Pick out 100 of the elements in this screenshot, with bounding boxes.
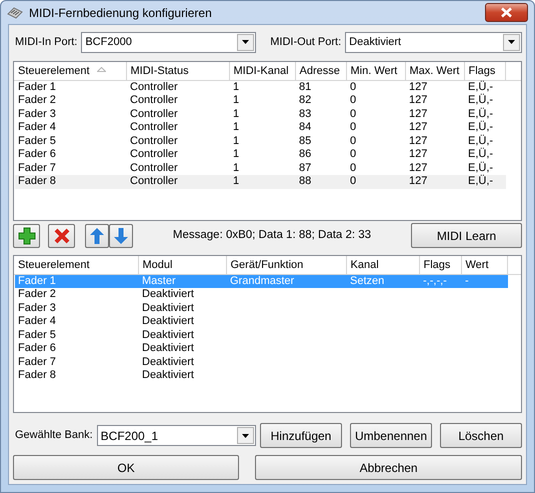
ok-button[interactable]: OK bbox=[13, 455, 240, 480]
table-cell: 83 bbox=[299, 108, 312, 120]
table-cell: E,Ü,- bbox=[468, 134, 494, 146]
table-cell: E,Ü,- bbox=[468, 108, 494, 120]
table-row[interactable]: Fader 4 Deaktiviert bbox=[15, 315, 508, 328]
table-cell: Fader 6 bbox=[18, 342, 56, 354]
table-cell: Fader 8 bbox=[18, 175, 56, 187]
table-cell: -,-,-,- bbox=[423, 274, 447, 286]
column-header[interactable]: Steuerelement bbox=[14, 62, 126, 80]
table-cell: 87 bbox=[299, 162, 312, 174]
column-header[interactable]: Steuerelement bbox=[14, 256, 138, 274]
add-button[interactable] bbox=[13, 224, 40, 248]
table-cell: 127 bbox=[409, 108, 428, 120]
midi-message: Message: 0xB0; Data 1: 88; Data 2: 33 bbox=[172, 228, 372, 243]
column-header[interactable]: MIDI-Status bbox=[126, 62, 229, 80]
table-cell: Deaktiviert bbox=[142, 302, 194, 314]
delete-bank-button[interactable]: Löschen bbox=[440, 423, 522, 448]
table-cell: Controller bbox=[130, 148, 178, 160]
table-cell: Controller bbox=[130, 121, 178, 133]
table-cell: E,Ü,- bbox=[468, 175, 494, 187]
column-header[interactable]: Modul bbox=[138, 256, 226, 274]
table-row[interactable]: Fader 8 Controller 1 88 0 127 E,Ü,- bbox=[15, 175, 506, 188]
table-cell: Setzen bbox=[350, 274, 384, 286]
column-header[interactable]: Min. Wert bbox=[346, 62, 405, 80]
table-cell: Deaktiviert bbox=[142, 315, 194, 327]
table-cell: 0 bbox=[350, 148, 356, 160]
table-cell: Fader 2 bbox=[18, 288, 56, 300]
table-cell: Controller bbox=[130, 108, 178, 120]
table-row[interactable]: Fader 3 Deaktiviert bbox=[15, 302, 508, 315]
table-cell: Fader 4 bbox=[18, 315, 56, 327]
column-header[interactable]: Adresse bbox=[295, 62, 346, 80]
table-cell: 127 bbox=[409, 94, 428, 106]
port-dropdown[interactable]: Deaktiviert bbox=[345, 32, 522, 52]
column-header[interactable]: Flags bbox=[419, 256, 461, 274]
up-arrow-icon bbox=[89, 226, 105, 244]
table-cell: 1 bbox=[233, 80, 240, 92]
rename-bank-button[interactable]: Umbenennen bbox=[350, 423, 432, 448]
sort-arrow-icon bbox=[96, 67, 106, 72]
bank-label: Gewählte Bank: bbox=[15, 428, 93, 444]
table-cell: 0 bbox=[350, 175, 356, 187]
cancel-button[interactable]: Abbrechen bbox=[255, 455, 522, 480]
table-row[interactable]: Fader 4 Controller 1 84 0 127 E,Ü,- bbox=[15, 121, 506, 134]
table-cell: Controller bbox=[130, 162, 178, 174]
table-cell: 127 bbox=[409, 80, 428, 92]
table-cell: 86 bbox=[299, 148, 312, 160]
delete-button[interactable] bbox=[48, 224, 75, 248]
table-cell: Fader 4 bbox=[18, 121, 56, 133]
column-header[interactable]: MIDI-Kanal bbox=[229, 62, 295, 80]
port-dropdown[interactable]: BCF2000 bbox=[81, 32, 256, 52]
table-cell: 82 bbox=[299, 94, 312, 106]
table-cell: Fader 8 bbox=[18, 369, 56, 381]
move-down-button[interactable] bbox=[109, 224, 133, 248]
table-cell: 85 bbox=[299, 134, 312, 146]
column-header[interactable]: Flags bbox=[464, 62, 505, 80]
table-cell: 1 bbox=[233, 134, 240, 146]
column-header[interactable]: Kanal bbox=[346, 256, 419, 274]
bank-dropdown[interactable]: BCF200_1 bbox=[96, 425, 256, 446]
table-cell: - bbox=[465, 274, 469, 286]
table-cell: Fader 1 bbox=[18, 80, 56, 92]
table-row[interactable]: Fader 7 Controller 1 87 0 127 E,Ü,- bbox=[15, 162, 506, 175]
midi-learn-button[interactable]: MIDI Learn bbox=[411, 223, 522, 248]
table-row[interactable]: Fader 2 Controller 1 82 0 127 E,Ü,- bbox=[15, 94, 506, 108]
table-row[interactable]: Fader 8 Deaktiviert bbox=[15, 369, 508, 382]
table-cell: 0 bbox=[350, 94, 356, 106]
table-cell: E,Ü,- bbox=[468, 94, 494, 106]
table-row[interactable]: Fader 3 Controller 1 83 0 127 E,Ü,- bbox=[15, 108, 506, 121]
table-row[interactable]: Fader 6 Controller 1 86 0 127 E,Ü,- bbox=[15, 148, 506, 162]
table-cell: Grandmaster bbox=[230, 274, 294, 286]
table-row[interactable]: Fader 7 Deaktiviert bbox=[15, 356, 508, 369]
close-button[interactable] bbox=[485, 3, 528, 22]
table-row[interactable]: Fader 5 Deaktiviert bbox=[15, 328, 508, 342]
port-label: MIDI-Out Port: bbox=[270, 34, 342, 50]
table-cell: 127 bbox=[409, 134, 428, 146]
port-label: MIDI-In Port: bbox=[15, 34, 78, 50]
table-cell: Controller bbox=[130, 94, 178, 106]
table-cell: E,Ü,- bbox=[468, 162, 494, 174]
plus-icon bbox=[18, 226, 36, 244]
table-cell: Deaktiviert bbox=[142, 369, 194, 381]
table-cell: 127 bbox=[409, 121, 428, 133]
table-cell: 81 bbox=[299, 80, 312, 92]
table-row[interactable]: Fader 5 Controller 1 85 0 127 E,Ü,- bbox=[15, 134, 506, 148]
add-bank-button[interactable]: Hinzufügen bbox=[260, 423, 342, 448]
table-cell: E,Ü,- bbox=[468, 148, 494, 160]
table-cell: Deaktiviert bbox=[142, 356, 194, 368]
table-cell: 1 bbox=[233, 175, 240, 187]
move-up-button[interactable] bbox=[85, 224, 109, 248]
table-cell: Fader 3 bbox=[18, 302, 56, 314]
delete-icon bbox=[52, 226, 70, 244]
table-cell: 1 bbox=[233, 148, 240, 160]
table-cell: Controller bbox=[130, 134, 178, 146]
app-icon bbox=[7, 6, 23, 18]
table-row[interactable]: Fader 6 Deaktiviert bbox=[15, 342, 508, 356]
table-cell: 0 bbox=[350, 80, 356, 92]
column-header[interactable]: Max. Wert bbox=[405, 62, 464, 80]
table-row[interactable]: Fader 2 Deaktiviert bbox=[15, 288, 508, 302]
table-cell: Controller bbox=[130, 80, 178, 92]
column-header[interactable]: Wert bbox=[461, 256, 507, 274]
column-header[interactable]: Gerät/Funktion bbox=[226, 256, 346, 274]
table-cell: 127 bbox=[409, 175, 428, 187]
table-row[interactable]: Fader 1 Controller 1 81 0 127 E,Ü,- bbox=[15, 80, 506, 94]
